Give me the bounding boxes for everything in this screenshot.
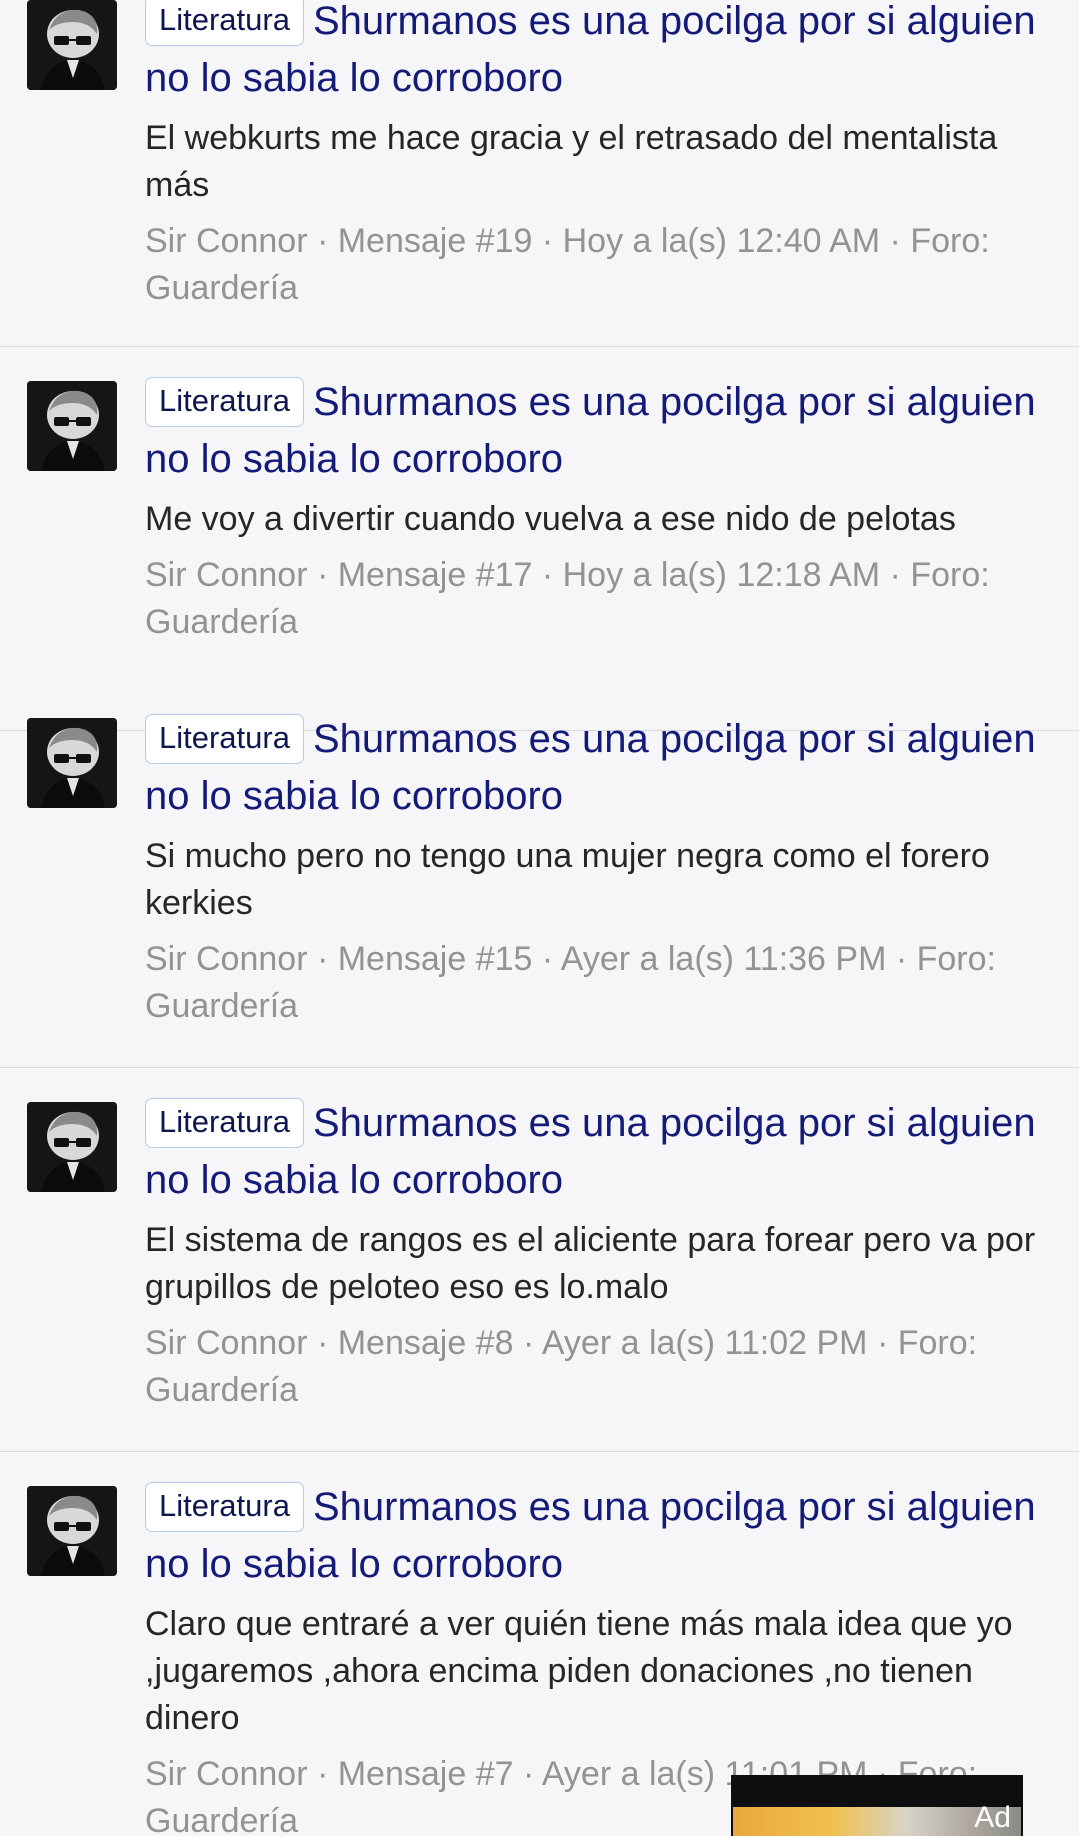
post-title-line: Literatura Shurmanos es una pocilga por s… bbox=[145, 711, 1055, 825]
tag-badge[interactable]: Literatura bbox=[145, 377, 304, 427]
search-results-page: Literatura Shurmanos es una pocilga por s… bbox=[0, 0, 1079, 1836]
post-body: Claro que entraré a ver quién tiene más … bbox=[145, 1605, 1013, 1737]
post-title-line: Literatura Shurmanos es una pocilga por s… bbox=[145, 0, 1055, 107]
avatar[interactable] bbox=[27, 1486, 117, 1576]
post-meta: Sir Connor · Mensaje #17 · Hoy a la(s) 1… bbox=[145, 556, 990, 641]
post-title-line: Literatura Shurmanos es una pocilga por s… bbox=[145, 1479, 1055, 1593]
post-body: Me voy a divertir cuando vuelva a ese ni… bbox=[145, 500, 956, 538]
post-meta: Sir Connor · Mensaje #15 · Ayer a la(s) … bbox=[145, 940, 996, 1025]
list-item: Literatura Shurmanos es una pocilga por s… bbox=[0, 347, 1079, 731]
post-meta: Sir Connor · Mensaje #19 · Hoy a la(s) 1… bbox=[145, 222, 990, 307]
post-content: Literatura Shurmanos es una pocilga por s… bbox=[145, 1095, 1055, 1414]
list-item: Literatura Shurmanos es una pocilga por s… bbox=[0, 684, 1079, 1068]
post-body: El sistema de rangos es el aliciente par… bbox=[145, 1221, 1036, 1306]
post-content: Literatura Shurmanos es una pocilga por s… bbox=[145, 711, 1055, 1030]
tag-badge[interactable]: Literatura bbox=[145, 1482, 304, 1532]
post-content: Literatura Shurmanos es una pocilga por s… bbox=[145, 374, 1055, 646]
tag-badge[interactable]: Literatura bbox=[145, 1098, 304, 1148]
ad-banner[interactable]: Ad bbox=[731, 1775, 1023, 1836]
post-body: Si mucho pero no tengo una mujer negra c… bbox=[145, 837, 990, 922]
avatar[interactable] bbox=[27, 0, 117, 90]
tag-badge[interactable]: Literatura bbox=[145, 714, 304, 764]
list-item: Literatura Shurmanos es una pocilga por s… bbox=[0, 1068, 1079, 1452]
avatar[interactable] bbox=[27, 381, 117, 471]
tag-badge[interactable]: Literatura bbox=[145, 0, 304, 46]
post-title-line: Literatura Shurmanos es una pocilga por s… bbox=[145, 374, 1055, 488]
list-item: Literatura Shurmanos es una pocilga por s… bbox=[0, 0, 1079, 347]
post-meta: Sir Connor · Mensaje #8 · Ayer a la(s) 1… bbox=[145, 1324, 978, 1409]
post-content: Literatura Shurmanos es una pocilga por s… bbox=[145, 0, 1055, 312]
post-body: El webkurts me hace gracia y el retrasad… bbox=[145, 119, 998, 204]
avatar[interactable] bbox=[27, 1102, 117, 1192]
avatar[interactable] bbox=[27, 718, 117, 808]
ad-label: Ad bbox=[974, 1801, 1011, 1834]
post-title-line: Literatura Shurmanos es una pocilga por s… bbox=[145, 1095, 1055, 1209]
